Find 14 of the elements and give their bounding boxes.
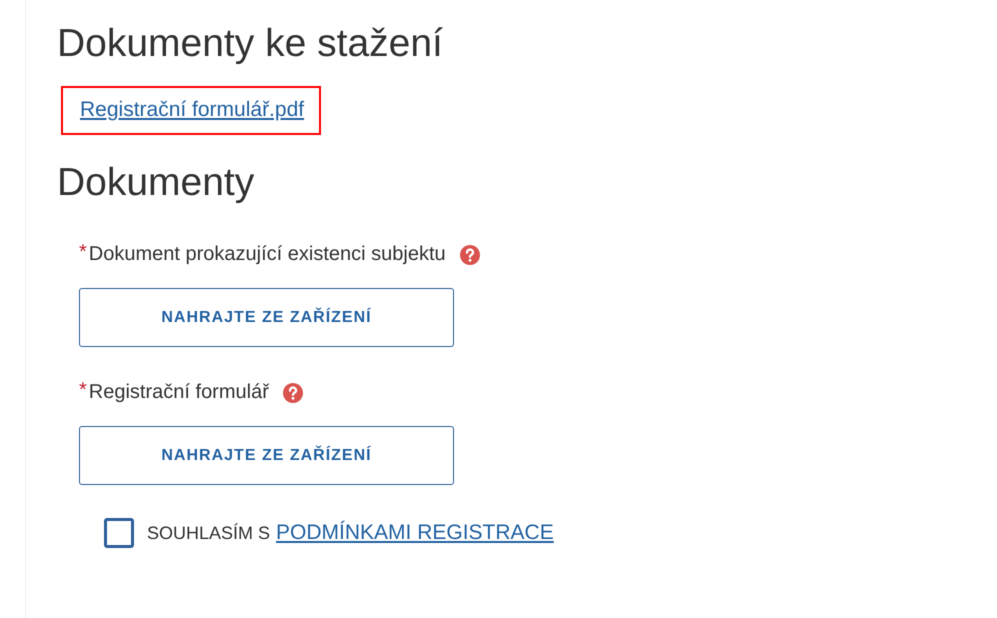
upload-button[interactable]: NAHRAJTE ZE ZAŘÍZENÍ [79,288,454,347]
help-icon[interactable] [460,244,480,264]
consent-text: SOUHLASÍM S [147,522,270,544]
download-link[interactable]: Registrační formulář.pdf [80,98,304,121]
consent-checkbox[interactable] [104,518,134,548]
terms-link[interactable]: PODMÍNKAMI REGISTRACE [276,521,554,545]
section-heading: Dokumenty [57,160,256,206]
upload-button[interactable]: NAHRAJTE ZE ZAŘÍZENÍ [79,426,454,485]
field-label: Registrační formulář [88,381,269,404]
help-icon[interactable] [282,382,303,402]
required-mark: * [79,243,87,261]
required-mark: * [79,381,87,399]
field-label: Dokument prokazující existenci subjektu [88,243,446,266]
section-heading: Dokumenty ke stažení [57,21,444,67]
